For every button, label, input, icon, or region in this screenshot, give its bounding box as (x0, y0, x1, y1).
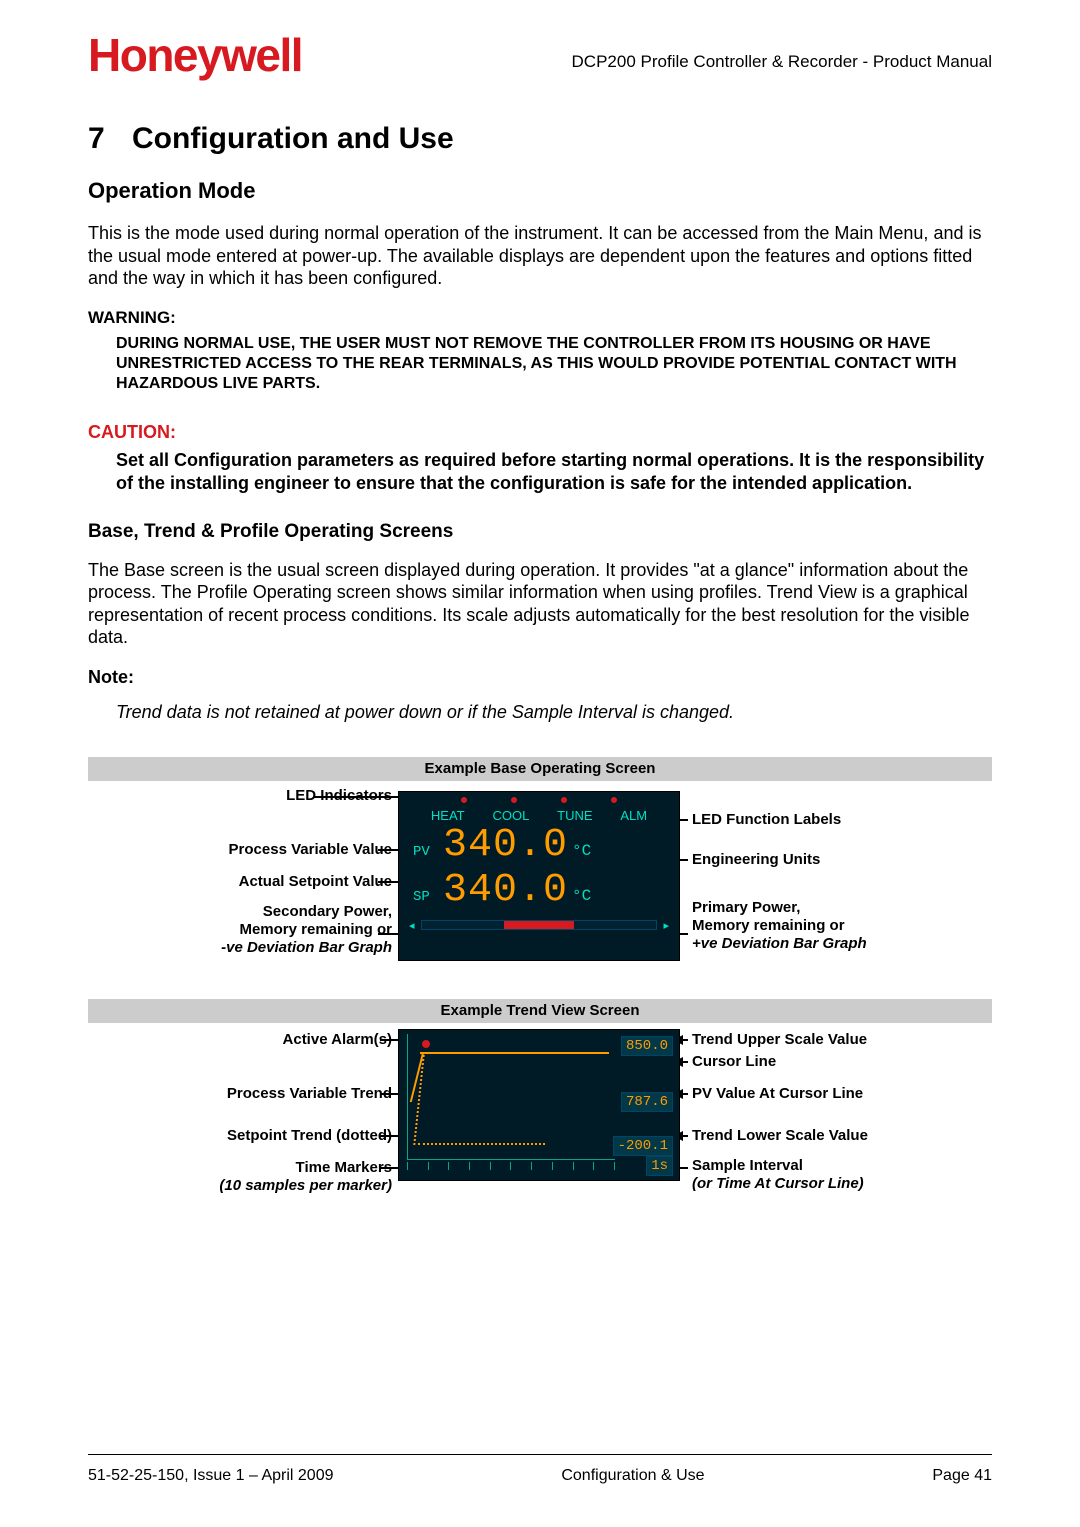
callout-secondary-l3: -ve Deviation Bar Graph (221, 939, 392, 956)
screens-body: The Base screen is the usual screen disp… (88, 559, 992, 649)
pv-value: 340.0 (443, 823, 568, 868)
fn-cool: COOL (492, 808, 529, 823)
sp-label: SP (413, 889, 443, 905)
deviation-bar (421, 920, 658, 930)
operation-mode-body: This is the mode used during normal oper… (88, 222, 992, 290)
upper-scale-value: 850.0 (621, 1036, 673, 1056)
trend-diagram: Active Alarm(s) Process Variable Trend S… (88, 1027, 992, 1212)
led-dots (399, 792, 679, 808)
section-number: 7 (88, 122, 132, 156)
fn-labels: HEAT COOL TUNE ALM (399, 808, 679, 823)
pv-cursor-value: 787.6 (621, 1092, 673, 1112)
sp-unit: °C (572, 887, 591, 905)
callout-time-markers-l1: Time Markers (296, 1159, 392, 1176)
footer-center: Configuration & Use (561, 1467, 704, 1485)
trend-diagram-title: Example Trend View Screen (88, 999, 992, 1023)
callout-upper-scale: Trend Upper Scale Value (692, 1031, 867, 1049)
base-diagram-title: Example Base Operating Screen (88, 757, 992, 781)
callout-sp-value: Actual Setpoint Value (239, 873, 392, 891)
callout-secondary-l1: Secondary Power, (263, 903, 392, 920)
pv-unit: °C (572, 842, 591, 860)
footer-divider (88, 1454, 992, 1455)
callout-sp-trend: Setpoint Trend (dotted) (227, 1127, 392, 1145)
trend-chart (407, 1034, 615, 1160)
callout-sample-interval: Sample Interval (or Time At Cursor Line) (692, 1157, 864, 1193)
alarm-dot-icon (422, 1040, 430, 1048)
operation-mode-heading: Operation Mode (88, 178, 992, 204)
lower-scale-value: -200.1 (613, 1136, 673, 1156)
brand-logo: Honeywell (88, 28, 302, 82)
fn-heat: HEAT (431, 808, 465, 823)
fn-tune: TUNE (557, 808, 592, 823)
pv-label: PV (413, 844, 443, 860)
callout-led-fn: LED Function Labels (692, 811, 841, 829)
section-heading: 7Configuration and Use (88, 122, 992, 156)
warning-label: WARNING: (88, 308, 992, 328)
base-screen-mock: HEAT COOL TUNE ALM PV 340.0 °C SP 340.0 … (398, 791, 680, 961)
section-title: Configuration and Use (132, 122, 454, 155)
callout-pv-trend: Process Variable Trend (227, 1085, 392, 1103)
callout-secondary-power: Secondary Power, Memory remaining or -ve… (221, 903, 392, 957)
note-label: Note: (88, 667, 992, 688)
callout-primary-l2: Memory remaining or (692, 917, 845, 934)
bar-row: ◂▸ (399, 913, 679, 932)
warning-body: DURING NORMAL USE, THE USER MUST NOT REM… (88, 334, 992, 394)
callout-eng-units: Engineering Units (692, 851, 820, 869)
note-body: Trend data is not retained at power down… (88, 702, 992, 723)
callout-cursor-line: Cursor Line (692, 1053, 776, 1071)
callout-pv-value: Process Variable Value (229, 841, 392, 859)
trend-screen-mock: 850.0 787.6 -200.1 1s (398, 1029, 680, 1181)
footer-left: 51-52-25-150, Issue 1 – April 2009 (88, 1467, 334, 1485)
callout-time-markers-l2: (10 samples per marker) (219, 1177, 392, 1194)
caution-label: CAUTION: (88, 422, 992, 443)
sp-value: 340.0 (443, 868, 568, 913)
time-ticks (407, 1162, 615, 1170)
callout-sample-l2: (or Time At Cursor Line) (692, 1175, 864, 1192)
manual-subtitle: DCP200 Profile Controller & Recorder - P… (572, 52, 992, 72)
callout-active-alarm: Active Alarm(s) (283, 1031, 392, 1049)
pv-row: PV 340.0 °C (399, 823, 679, 868)
callout-pv-cursor: PV Value At Cursor Line (692, 1085, 863, 1103)
sample-interval-value: 1s (646, 1156, 673, 1176)
footer-right: Page 41 (932, 1467, 992, 1485)
callout-sample-l1: Sample Interval (692, 1157, 803, 1174)
sp-row: SP 340.0 °C (399, 868, 679, 913)
callout-lower-scale: Trend Lower Scale Value (692, 1127, 868, 1145)
screens-heading: Base, Trend & Profile Operating Screens (88, 521, 992, 543)
base-diagram: LED Indicators Process Variable Value Ac… (88, 785, 992, 985)
callout-secondary-l2: Memory remaining or (239, 921, 392, 938)
callout-time-markers: Time Markers (10 samples per marker) (219, 1159, 392, 1195)
page-footer: 51-52-25-150, Issue 1 – April 2009 Confi… (88, 1467, 992, 1485)
caution-body: Set all Configuration parameters as requ… (88, 449, 992, 495)
fn-alm: ALM (620, 808, 647, 823)
callout-primary-l1: Primary Power, (692, 899, 800, 916)
callout-primary-l3: +ve Deviation Bar Graph (692, 935, 867, 952)
callout-primary-power: Primary Power, Memory remaining or +ve D… (692, 899, 867, 953)
